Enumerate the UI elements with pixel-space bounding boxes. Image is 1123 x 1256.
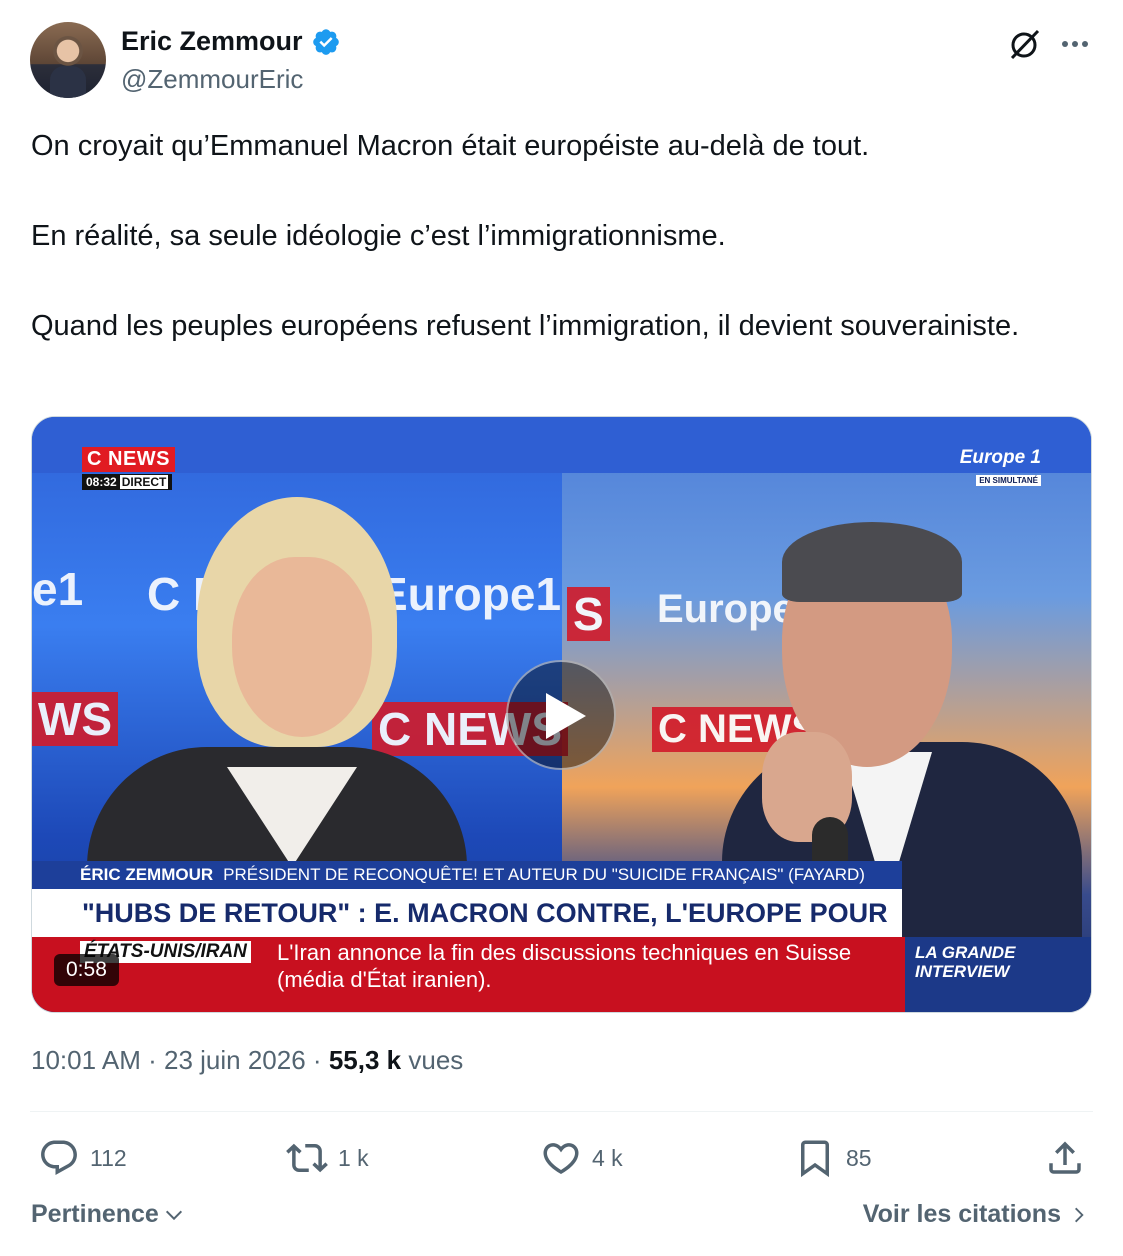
cnews-logo: C NEWS: [82, 447, 175, 472]
presenter-figure: [57, 497, 477, 947]
view-quotes-link[interactable]: Voir les citations: [863, 1200, 1089, 1229]
repost-count: 1 k: [338, 1144, 369, 1171]
meta-separator: ·: [148, 1045, 157, 1075]
lower-third-headline: "HUBS DE RETOUR" : E. MACRON CONTRE, L'E…: [32, 889, 902, 937]
guest-hair: [782, 522, 962, 602]
show-name: LA GRANDE INTERVIEW: [905, 937, 1091, 1012]
reply-button[interactable]: 112: [38, 1135, 127, 1181]
like-count: 4 k: [592, 1144, 623, 1171]
meta-separator: ·: [312, 1045, 322, 1075]
live-label: DIRECT: [119, 475, 169, 489]
tweet-text: On croyait qu’Emmanuel Macron était euro…: [31, 124, 1091, 349]
tweet-date[interactable]: 23 juin 2026: [164, 1045, 306, 1075]
bookmark-button[interactable]: 85: [794, 1135, 872, 1181]
chevron-right-icon: [1075, 1207, 1084, 1222]
tweet-header: Eric Zemmour @ZemmourEric: [30, 22, 1093, 100]
author-name[interactable]: Eric Zemmour: [121, 26, 303, 57]
tweet-paragraph: En réalité, sa seule idéologie c’est l’i…: [31, 220, 726, 252]
ticker-text: L'Iran annonce la fin des discussions te…: [277, 940, 852, 992]
divider: [30, 1111, 1093, 1112]
views-label: vues: [408, 1045, 464, 1075]
clock-text: 08:32: [86, 475, 117, 489]
lower-third-person: ÉRIC ZEMMOUR: [80, 865, 214, 884]
europe1-logo: Europe 1: [959, 447, 1041, 468]
show-name-line: INTERVIEW: [915, 962, 1010, 981]
news-ticker: ÉTATS-UNIS/IRAN L'Iran annonce la fin de…: [32, 937, 905, 1012]
quotes-label: Voir les citations: [862, 1200, 1061, 1228]
studio-wall-text: S: [567, 587, 610, 641]
video-top-bar: [32, 417, 1091, 473]
tweet-paragraph: On croyait qu’Emmanuel Macron était euro…: [31, 130, 870, 162]
chevron-down-icon: [165, 1210, 182, 1220]
more-icon[interactable]: [1057, 26, 1093, 62]
share-button[interactable]: [1044, 1135, 1086, 1181]
reply-count: 112: [90, 1144, 127, 1171]
europe1-sub: EN SIMULTANÉ: [976, 475, 1041, 486]
sort-label: Pertinence: [31, 1200, 159, 1228]
views-count: 55,3 k: [328, 1045, 402, 1075]
bookmark-icon: [801, 1140, 829, 1178]
verified-badge-icon[interactable]: [311, 27, 341, 57]
play-icon[interactable]: [506, 660, 616, 770]
action-bar: 112 1 k 4 k 85: [38, 1135, 1093, 1185]
lower-third-title: PRÉSIDENT DE RECONQUÊTE! ET AUTEUR DU "S…: [223, 865, 865, 884]
lower-third-name: ÉRIC ZEMMOUR PRÉSIDENT DE RECONQUÊTE! ET …: [32, 861, 902, 889]
author-name-line: Eric Zemmour: [121, 26, 341, 57]
author-handle[interactable]: @ZemmourEric: [121, 64, 303, 95]
tweet-meta: 10:01 AM · 23 juin 2026 · 55,3 k vues: [31, 1045, 463, 1076]
video-player[interactable]: C NEWS 08:32 DIRECT Europe 1 EN SIMULTANÉ…: [31, 416, 1092, 1013]
avatar[interactable]: [30, 22, 106, 98]
presenter-face: [232, 557, 372, 737]
sort-dropdown[interactable]: Pertinence: [31, 1200, 185, 1229]
heart-icon: [543, 1143, 579, 1175]
video-duration: 0:58: [54, 954, 119, 986]
show-name-line: LA GRANDE: [915, 943, 1016, 962]
cnews-clock: 08:32 DIRECT: [82, 474, 173, 490]
bookmark-count: 85: [846, 1144, 872, 1171]
share-icon: [1049, 1141, 1081, 1174]
tweet-paragraph: Quand les peuples européens refusent l’i…: [31, 310, 1020, 342]
repost-button[interactable]: 1 k: [286, 1135, 369, 1181]
grok-icon[interactable]: [1007, 26, 1043, 62]
like-button[interactable]: 4 k: [540, 1135, 623, 1181]
repost-icon: [286, 1143, 328, 1173]
reply-icon: [41, 1140, 77, 1175]
tweet-time[interactable]: 10:01 AM: [31, 1045, 141, 1075]
